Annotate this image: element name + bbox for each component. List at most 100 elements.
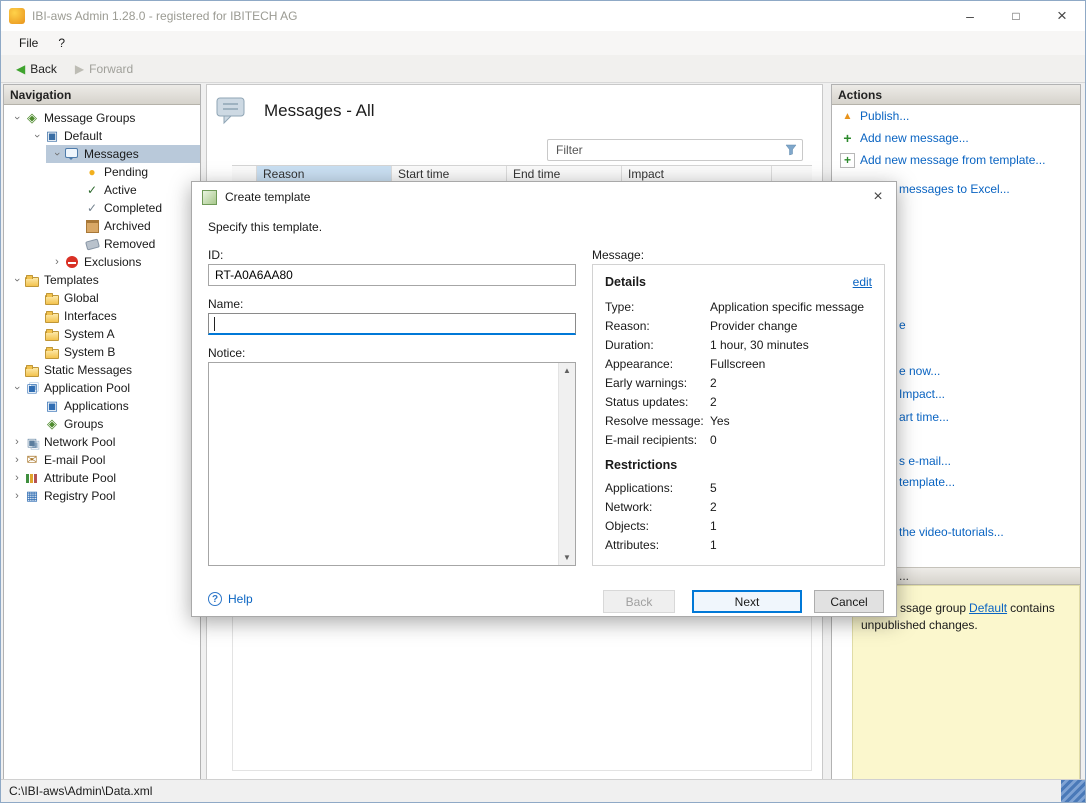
expander-placeholder — [70, 237, 84, 251]
template-id-input[interactable] — [208, 264, 576, 286]
chevron-down-icon[interactable] — [10, 381, 24, 395]
tree-item-default[interactable]: Default — [4, 127, 200, 145]
pending-icon — [84, 165, 100, 180]
template-name-input[interactable] — [208, 313, 576, 335]
completed-check-icon — [84, 201, 100, 216]
dialog-titlebar[interactable]: Create template — [192, 182, 896, 212]
chevron-right-icon[interactable] — [10, 435, 24, 449]
folder-icon — [44, 345, 60, 360]
forward-button[interactable]: Forward — [66, 57, 142, 81]
tree-item-applications[interactable]: Applications — [4, 397, 200, 415]
chevron-right-icon[interactable] — [10, 471, 24, 485]
scrollbar[interactable] — [558, 363, 575, 565]
tree-item-system-a[interactable]: System A — [4, 325, 200, 343]
detail-row-reason: Reason:Provider change — [605, 316, 872, 335]
tree-item-messages[interactable]: Messages — [46, 145, 200, 163]
tree-item-templates[interactable]: Templates — [4, 271, 200, 289]
close-icon[interactable] — [868, 187, 888, 207]
folder-icon — [44, 327, 60, 342]
chevron-down-icon[interactable] — [50, 147, 64, 161]
tree-item-email-pool[interactable]: E-mail Pool — [4, 451, 200, 469]
tree-item-completed[interactable]: Completed — [4, 199, 200, 217]
chevron-right-icon[interactable] — [10, 489, 24, 503]
network-pool-icon — [24, 435, 40, 450]
chevron-right-icon[interactable] — [10, 453, 24, 467]
detail-row-status-updates: Status updates:2 — [605, 392, 872, 411]
column-selector[interactable] — [232, 166, 257, 182]
chevron-right-icon[interactable] — [50, 255, 64, 269]
dialog-title: Create template — [225, 190, 310, 204]
applications-icon — [44, 399, 60, 414]
attribute-pool-icon — [24, 471, 40, 486]
tree-item-message-groups[interactable]: Message Groups — [4, 109, 200, 127]
action-fragment-export-excel[interactable]: messages to Excel... — [899, 182, 1010, 196]
resize-grip[interactable] — [1061, 780, 1085, 802]
navigation-tree: Message Groups Default Messages Pending — [4, 105, 200, 505]
expander-placeholder — [30, 309, 44, 323]
tree-item-removed[interactable]: Removed — [4, 235, 200, 253]
close-window-icon[interactable] — [1039, 1, 1085, 31]
template-notice-textarea[interactable] — [209, 363, 558, 565]
window-title: IBI-aws Admin 1.28.0 - registered for IB… — [32, 9, 297, 23]
restriction-row-applications: Applications:5 — [605, 478, 872, 497]
tree-item-archived[interactable]: Archived — [4, 217, 200, 235]
cancel-button[interactable]: Cancel — [814, 590, 884, 613]
tree-item-pending[interactable]: Pending — [4, 163, 200, 181]
folder-icon — [24, 363, 40, 378]
action-fragment-impact[interactable]: Impact... — [899, 387, 945, 401]
next-button[interactable]: Next — [692, 590, 802, 613]
action-publish[interactable]: Publish... — [832, 105, 1080, 127]
minimize-icon[interactable] — [947, 1, 993, 31]
tree-item-groups[interactable]: Groups — [4, 415, 200, 433]
action-add-new-message[interactable]: Add new message... — [832, 127, 1080, 149]
action-add-from-template[interactable]: Add new message from template... — [832, 149, 1080, 171]
name-label: Name: — [208, 297, 243, 311]
back-arrow-icon — [16, 62, 25, 76]
expander-placeholder — [30, 399, 44, 413]
detail-row-appearance: Appearance:Fullscreen — [605, 354, 872, 373]
action-fragment-email[interactable]: s e-mail... — [899, 454, 951, 468]
tree-item-application-pool[interactable]: Application Pool — [4, 379, 200, 397]
tree-item-global[interactable]: Global — [4, 289, 200, 307]
back-button[interactable]: Back — [7, 57, 66, 81]
default-group-link[interactable]: Default — [969, 601, 1007, 615]
menu-file[interactable]: File — [9, 31, 48, 55]
maximize-icon[interactable] — [993, 1, 1039, 31]
action-fragment-video-tutorials[interactable]: the video-tutorials... — [899, 525, 1004, 539]
tree-item-interfaces[interactable]: Interfaces — [4, 307, 200, 325]
column-reason[interactable]: Reason — [257, 166, 392, 182]
expander-placeholder — [30, 291, 44, 305]
filter-funnel-icon[interactable] — [780, 144, 802, 156]
tree-item-active[interactable]: Active — [4, 181, 200, 199]
tree-item-network-pool[interactable]: Network Pool — [4, 433, 200, 451]
scroll-down-icon[interactable] — [563, 553, 571, 562]
window-controls — [947, 1, 1085, 31]
column-start-time[interactable]: Start time — [392, 166, 507, 182]
action-fragment-1[interactable]: e — [899, 318, 906, 332]
application-pool-icon — [24, 381, 40, 396]
chevron-down-icon[interactable] — [30, 129, 44, 143]
tree-item-exclusions[interactable]: Exclusions — [4, 253, 200, 271]
scroll-up-icon[interactable] — [563, 366, 571, 375]
chevron-down-icon[interactable] — [10, 273, 24, 287]
column-end-time[interactable]: End time — [507, 166, 622, 182]
column-impact[interactable]: Impact — [622, 166, 772, 182]
help-link[interactable]: Help — [208, 592, 253, 606]
menu-help[interactable]: ? — [48, 31, 75, 55]
action-fragment-start-time[interactable]: art time... — [899, 410, 949, 424]
tree-item-system-b[interactable]: System B — [4, 343, 200, 361]
expander-placeholder — [70, 201, 84, 215]
app-window: IBI-aws Admin 1.28.0 - registered for IB… — [0, 0, 1086, 803]
tree-item-static-messages[interactable]: Static Messages — [4, 361, 200, 379]
add-message-icon — [840, 131, 855, 146]
action-fragment-2[interactable]: e now... — [899, 364, 940, 378]
message-label: Message: — [592, 248, 644, 262]
edit-link[interactable]: edit — [853, 275, 872, 289]
statusbar-path: C:\IBI-aws\Admin\Data.xml — [9, 784, 152, 798]
filter-input[interactable] — [548, 143, 780, 157]
tree-item-attribute-pool[interactable]: Attribute Pool — [4, 469, 200, 487]
action-fragment-template[interactable]: template... — [899, 475, 955, 489]
chevron-down-icon[interactable] — [10, 111, 24, 125]
no-entry-icon — [64, 255, 80, 270]
tree-item-registry-pool[interactable]: Registry Pool — [4, 487, 200, 505]
